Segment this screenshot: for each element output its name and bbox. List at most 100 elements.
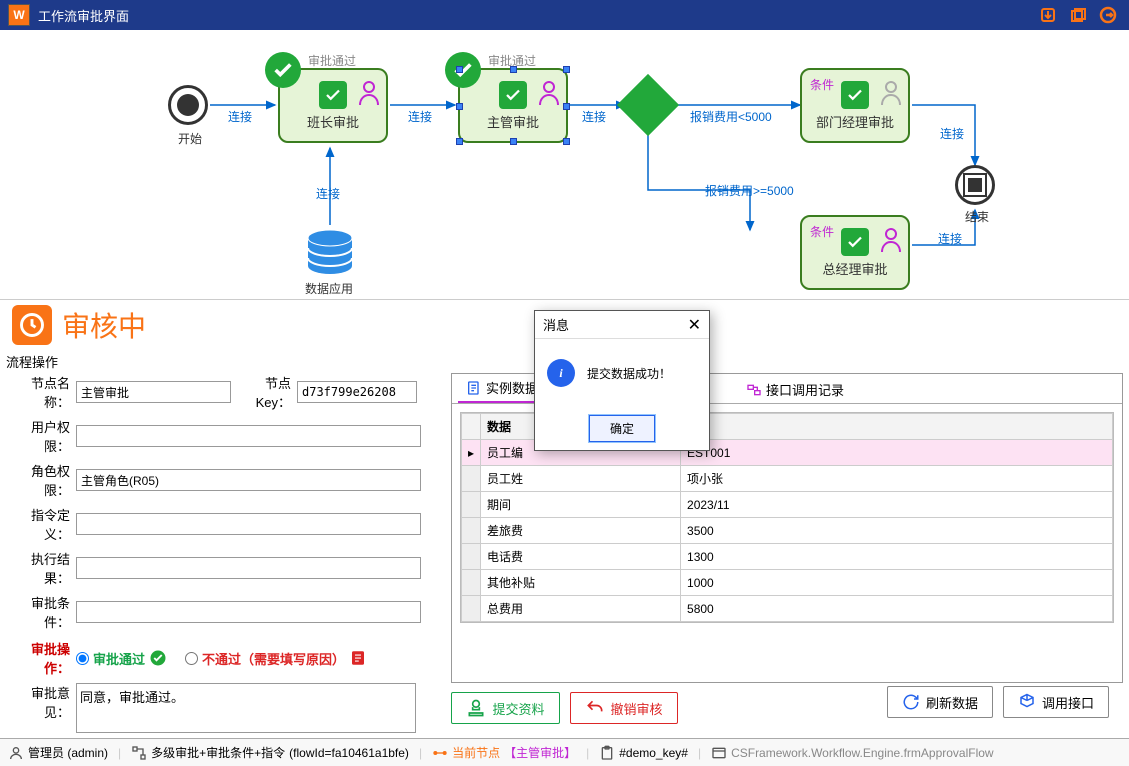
opinion-label: 审批意见： [6,683,76,721]
table-row[interactable]: 员工姓项小张 [462,466,1113,492]
titlebar: W 工作流审批界面 [0,0,1129,30]
role-perm-input[interactable] [76,469,421,491]
close-button[interactable] [1095,2,1121,28]
status-text: 审核中 [62,305,146,345]
approve-fail-option[interactable]: 不通过（需要填写原因） [185,649,367,668]
start-label: 开始 [178,130,202,147]
clipboard-icon [599,745,615,761]
sb-flow: 多级审批+审批条件+指令 (flowId=fa10461a1bfe) [131,744,409,761]
dialog-title: 消息 [543,315,569,334]
role-perm-label: 角色权限： [6,461,76,499]
task-node-2[interactable]: 审批通过 主管审批 [458,68,568,143]
approve-op-label: 审批操作： [6,639,76,677]
invoke-button[interactable]: 调用接口 [1003,686,1109,718]
table-row[interactable]: 其他补贴1000 [462,570,1113,596]
tab-instance-data[interactable]: 实例数据 [458,374,546,403]
approve-cond-input[interactable] [76,601,421,623]
tab-api-log[interactable]: 接口调用记录 [738,376,852,403]
node-name-input[interactable] [76,381,231,403]
sb-demo-key: #demo_key# [599,745,688,761]
node-name-label: 节点名称： [6,373,76,411]
table-row[interactable]: 期间2023/11 [462,492,1113,518]
cmd-def-input[interactable] [76,513,421,535]
edge-label-cond: 报销费用<5000 [690,108,772,125]
cmd-def-label: 指令定义： [6,505,76,543]
refresh-button[interactable]: 刷新数据 [887,686,993,718]
node-key-input[interactable] [297,381,417,403]
task-node-4[interactable]: 条件 总经理审批 [800,215,910,290]
condition-tag: 条件 [810,223,834,240]
edge-label: 连接 [940,125,964,142]
undo-icon [585,698,605,718]
exec-result-label: 执行结果： [6,549,76,587]
approve-pass-radio[interactable] [76,652,89,665]
revoke-button[interactable]: 撤销审核 [570,692,678,724]
table-row[interactable]: 总费用5800 [462,596,1113,622]
submit-button[interactable]: 提交资料 [451,692,559,724]
user-icon [880,80,902,106]
condition-tag: 条件 [810,76,834,93]
refresh-icon [902,693,920,711]
edge-label: 连接 [408,108,432,125]
task-label: 总经理审批 [822,259,887,278]
edge-label: 连接 [228,108,252,125]
task-label: 班长审批 [307,112,359,131]
task-node-3[interactable]: 条件 部门经理审批 [800,68,910,143]
flow-icon [131,745,147,761]
stamp-icon [466,698,486,718]
user-perm-input[interactable] [76,425,421,447]
sb-user: 管理员 (admin) [8,744,108,761]
table-row[interactable]: 差旅费3500 [462,518,1113,544]
dialog-close-button[interactable]: ✕ [688,315,701,335]
sb-form-name: CSFramework.Workflow.Engine.frmApprovalF… [711,745,994,761]
opinion-textarea[interactable] [76,683,416,733]
cube-icon [1018,693,1036,711]
node-icon [432,745,448,761]
user-perm-label: 用户权限： [6,417,76,455]
check-circle-icon [149,649,167,667]
end-label: 结束 [965,208,989,225]
approve-cond-label: 审批条件： [6,593,76,631]
clock-icon [12,305,52,345]
minimize-button[interactable] [1035,2,1061,28]
user-icon [538,80,560,106]
user-icon [358,80,380,106]
user-icon [8,745,24,761]
sb-current-node: 当前节点 【主管审批】 [432,744,576,761]
database-node[interactable] [305,228,355,278]
user-icon [880,227,902,253]
edge-label: 连接 [938,230,962,247]
table-row[interactable]: 电话费1300 [462,544,1113,570]
dialog-ok-button[interactable]: 确定 [589,415,655,442]
note-icon [349,649,367,667]
node-key-label: 节点Key： [231,373,297,411]
app-logo: W [8,4,30,26]
end-node[interactable] [955,165,995,205]
window-icon [711,745,727,761]
edge-label: 连接 [582,108,606,125]
edge-label: 连接 [316,185,340,202]
info-icon: i [547,359,575,387]
statusbar: 管理员 (admin) | 多级审批+审批条件+指令 (flowId=fa104… [0,738,1129,766]
exec-result-input[interactable] [76,557,421,579]
message-dialog: 消息 ✕ i 提交数据成功！ 确定 [534,310,710,451]
task-label: 部门经理审批 [816,112,894,131]
doc-icon [466,380,482,396]
pass-label: 审批通过 [308,52,356,69]
form-panel: 节点名称： 节点Key： 用户权限： 角色权限： 指令定义： 执行结果： 审批条… [6,373,451,683]
task-label: 主管审批 [487,112,539,131]
maximize-button[interactable] [1065,2,1091,28]
window-title: 工作流审批界面 [38,6,129,25]
check-icon [265,52,301,88]
api-icon [746,382,762,398]
workflow-canvas[interactable]: 开始 连接 审批通过 班长审批 连接 审批通过 主管审批 连接 报销费用<500… [0,30,1129,300]
db-label: 数据应用 [305,280,353,297]
approve-pass-option[interactable]: 审批通过 [76,649,167,668]
grid-col-val [681,414,1113,440]
start-node[interactable] [168,85,208,125]
dialog-message: 提交数据成功！ [587,365,671,382]
edge-label-cond: 报销费用>=5000 [705,182,794,199]
task-node-1[interactable]: 审批通过 班长审批 [278,68,388,143]
check-icon [445,52,481,88]
approve-fail-radio[interactable] [185,652,198,665]
